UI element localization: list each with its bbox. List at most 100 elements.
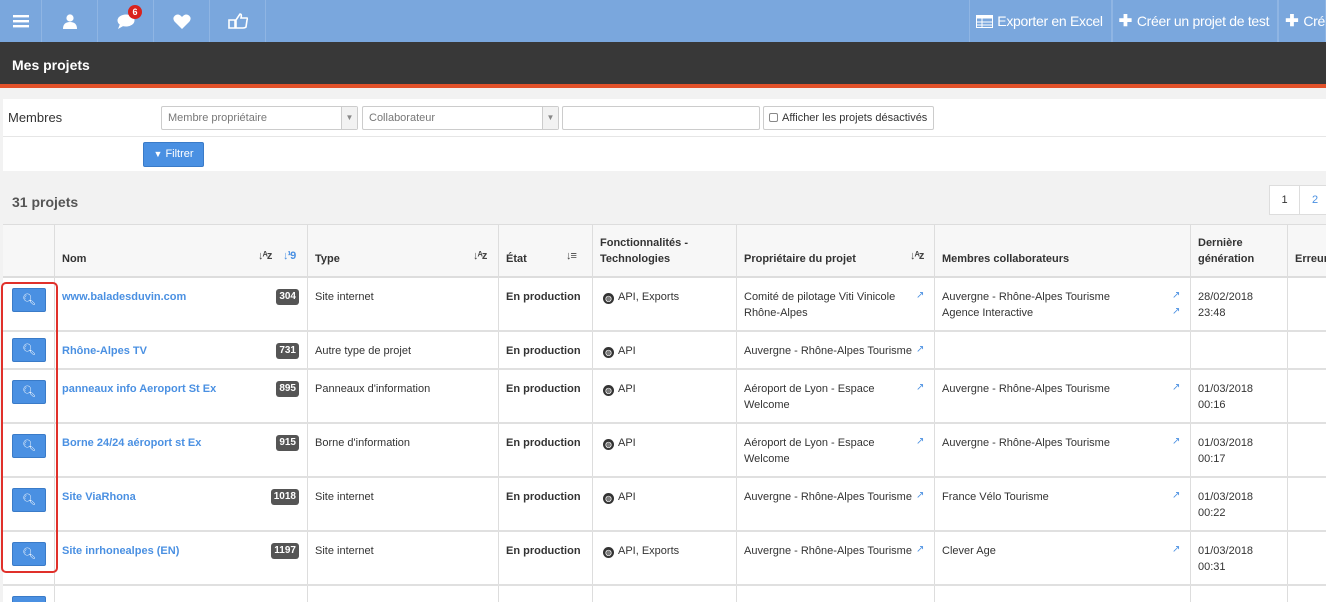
filter-panel: Membres Membre propriétaire ▼ Collaborat…	[3, 99, 1326, 171]
sort-amount-icon[interactable]: ↓≡	[566, 250, 577, 262]
col-features: Fonctionnalités - Technologies	[600, 237, 688, 265]
globe-icon: ◍	[603, 293, 614, 304]
plus-icon: ✚	[1118, 13, 1132, 30]
state-cell: En production	[506, 437, 581, 449]
show-disabled-checkbox[interactable]: Afficher les projets désactivés	[763, 106, 935, 130]
external-link-icon[interactable]: ↗	[1172, 544, 1180, 555]
export-excel-button[interactable]: Exporter en Excel	[969, 0, 1112, 42]
name-cell: panneaux info Aeroport St Ex 895	[62, 381, 299, 397]
member-name: Auvergne - Rhône-Alpes Tourisme	[942, 437, 1110, 449]
member-name: Agence Interactive	[942, 307, 1034, 319]
hamburger-icon	[12, 15, 29, 28]
external-link-icon[interactable]: ↗	[1172, 306, 1180, 317]
member-name: Auvergne - Rhône-Alpes Tourisme	[942, 291, 1110, 303]
sort-alpha-icon[interactable]: ↓ᴬz	[258, 250, 272, 262]
view-project-button[interactable]	[12, 596, 46, 602]
table-row: 🔍︎ panneaux info Aeroport St Ex 895 Panneau…	[3, 370, 1326, 424]
state-cell: En production	[506, 545, 581, 557]
col-last-generation[interactable]: Dernière génération	[1198, 235, 1268, 267]
export-excel-label: Exporter en Excel	[997, 13, 1103, 29]
table-row: 🔍︎ Site ViaRhona 1018 Site internet En produ…	[3, 478, 1326, 532]
messages-button[interactable]: 6	[98, 0, 154, 42]
type-cell: Site internet	[315, 545, 374, 557]
external-link-icon[interactable]: ↗	[1172, 382, 1180, 393]
col-name[interactable]: Nom	[62, 251, 86, 267]
type-cell: Site internet	[315, 491, 374, 503]
create-test-project-button[interactable]: ✚ Créer un projet de test	[1111, 0, 1279, 42]
type-cell: Autre type de projet	[315, 345, 412, 357]
create-project-button[interactable]: ✚ Cré	[1278, 0, 1326, 42]
project-name-link[interactable]: Site ViaRhona	[62, 491, 136, 503]
external-link-icon[interactable]: ↗	[916, 290, 924, 301]
generation-date: 01/03/2018	[1198, 545, 1254, 557]
project-id-badge: 1018	[270, 489, 299, 505]
project-name-link[interactable]: panneaux info Aeroport St Ex	[62, 383, 216, 395]
project-name-link[interactable]: Site inrhonealpes (EN)	[62, 545, 179, 557]
sort-numeric-icon[interactable]: ↓¹9	[283, 250, 296, 262]
external-link-icon[interactable]: ↗	[916, 544, 924, 555]
globe-icon: ◍	[603, 439, 614, 450]
features-cell: ◍ API	[603, 489, 636, 505]
project-count: 31 projets	[12, 194, 79, 210]
sort-alpha-icon[interactable]: ↓ᴬz	[910, 250, 924, 262]
owner-cell: Comité de pilotage Viti Vinicole Rhône-A…	[744, 291, 896, 319]
search-input[interactable]	[562, 106, 760, 130]
plus-icon: ✚	[1285, 13, 1299, 30]
external-link-icon[interactable]: ↗	[1172, 436, 1180, 447]
project-name-link[interactable]: Rhône-Alpes TV	[62, 345, 147, 357]
features-cell: ◍ API	[603, 435, 636, 451]
features-cell: ◍ API	[603, 381, 636, 397]
external-link-icon[interactable]: ↗	[916, 382, 924, 393]
sort-alpha-icon[interactable]: ↓ᴬz	[473, 250, 487, 262]
globe-icon: ◍	[603, 385, 614, 396]
title-bar: Mes projets	[0, 42, 1326, 88]
project-id-badge: 1197	[271, 543, 299, 559]
owner-cell: Auvergne - Rhône-Alpes Tourisme	[744, 491, 912, 503]
recommend-button[interactable]	[210, 0, 266, 42]
projects-table: Nom ↓ᴬz ↓¹9 Type ↓ᴬz État ↓≡ Fonctionnal…	[3, 224, 1326, 602]
member-name: Clever Age	[942, 545, 996, 557]
project-name-link[interactable]: Borne 24/24 aéroport st Ex	[62, 437, 201, 449]
owner-select[interactable]: Membre propriétaire ▼	[161, 106, 358, 130]
project-id-badge: 915	[276, 435, 299, 451]
external-link-icon[interactable]: ↗	[916, 344, 924, 355]
external-link-icon[interactable]: ↗	[1172, 490, 1180, 501]
state-cell: En production	[506, 383, 581, 395]
checkbox-icon	[769, 113, 778, 122]
col-state[interactable]: État	[506, 251, 527, 267]
top-navbar: 6 Exporter en Excel ✚ Créer un projet de…	[0, 0, 1326, 42]
globe-icon: ◍	[603, 493, 614, 504]
external-link-icon[interactable]: ↗	[916, 436, 924, 447]
heart-icon	[172, 14, 191, 29]
messages-badge: 6	[128, 5, 142, 19]
features-value: API, Exports	[618, 545, 680, 557]
globe-icon: ◍	[603, 347, 614, 358]
state-cell: En production	[506, 291, 581, 303]
table-row: 🔍︎ Rhône-Alpes TV 731 Autre type de projet E…	[3, 332, 1326, 370]
external-link-icon[interactable]: ↗	[916, 490, 924, 501]
profile-button[interactable]	[42, 0, 98, 42]
table-header: Nom ↓ᴬz ↓¹9 Type ↓ᴬz État ↓≡ Fonctionnal…	[3, 225, 1326, 278]
view-buttons-highlight	[1, 282, 58, 573]
generation-date: 01/03/2018	[1198, 437, 1254, 449]
favorites-button[interactable]	[154, 0, 210, 42]
menu-button[interactable]	[0, 0, 42, 42]
project-name-link[interactable]: www.baladesduvin.com	[62, 291, 186, 303]
collaborator-select[interactable]: Collaborateur ▼	[362, 106, 559, 130]
page-1-button[interactable]: 1	[1269, 185, 1300, 215]
table-row: 🔍︎ Site inrhonealpes (EN) 1197 Site interne…	[3, 532, 1326, 586]
filter-button[interactable]: ▼ Filtrer	[143, 142, 204, 167]
project-id-badge: 304	[276, 289, 299, 305]
collaborator-select-placeholder: Collaborateur	[369, 112, 436, 124]
name-cell: www.baladesduvin.com 304	[62, 289, 299, 305]
page-2-button[interactable]: 2	[1300, 185, 1326, 215]
features-cell: ◍ API, Exports	[603, 543, 679, 559]
features-value: API, Exports	[618, 291, 680, 303]
type-cell: Site internet	[315, 291, 374, 303]
col-type[interactable]: Type	[315, 251, 340, 267]
type-cell: Panneaux d'information	[315, 383, 431, 395]
owner-select-placeholder: Membre propriétaire	[168, 112, 268, 124]
col-owner[interactable]: Propriétaire du projet	[744, 251, 856, 267]
filter-row: Membres Membre propriétaire ▼ Collaborat…	[3, 99, 1326, 137]
external-link-icon[interactable]: ↗	[1172, 290, 1180, 301]
